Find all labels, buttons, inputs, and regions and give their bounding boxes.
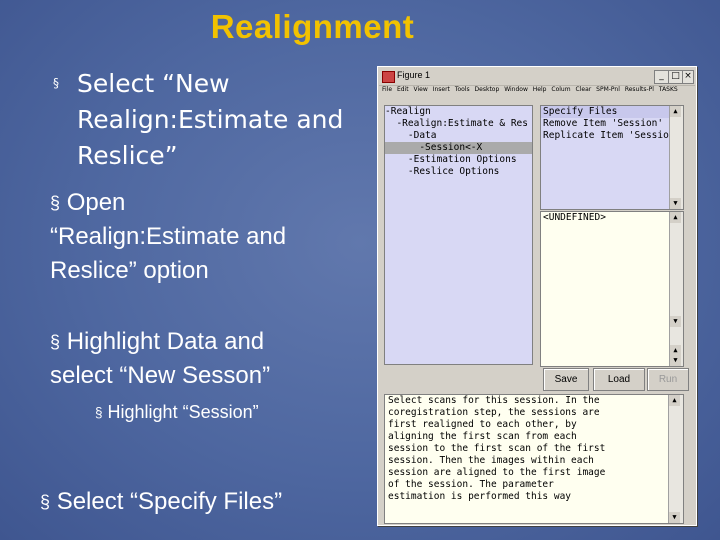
tree-item-session[interactable]: -Session<-X bbox=[385, 142, 532, 154]
slide-title: Realignment bbox=[210, 8, 415, 45]
window-title: Figure 1 bbox=[397, 70, 431, 80]
bullet-text-line2: select “New Sesson” bbox=[50, 362, 271, 389]
option-replicate-item[interactable]: Replicate Item 'Session' bbox=[541, 130, 683, 142]
help-line: session to the first scan of the first bbox=[388, 443, 606, 454]
menu-help[interactable]: Help bbox=[533, 86, 547, 93]
menu-file[interactable]: File bbox=[382, 86, 392, 93]
option-remove-item[interactable]: Remove Item 'Session' bbox=[541, 118, 683, 130]
value-scrollbar[interactable]: ▲ ▼ ▲ ▼ bbox=[669, 212, 683, 366]
scroll-down-arrow-icon[interactable]: ▼ bbox=[670, 355, 681, 366]
help-scrollbar[interactable]: ▲ ▼ bbox=[668, 395, 683, 523]
menu-desktop[interactable]: Desktop bbox=[475, 86, 500, 93]
menu-view[interactable]: View bbox=[414, 86, 428, 93]
menu-results[interactable]: Results-Pl bbox=[625, 86, 654, 93]
help-line: of the session. The parameter bbox=[388, 479, 554, 490]
bullet-square-icon: § bbox=[50, 193, 61, 213]
matlab-figure-icon bbox=[382, 71, 395, 83]
sub-bullet-highlight-session: § Highlight “Session” bbox=[95, 400, 355, 425]
scroll-up-arrow-icon[interactable]: ▲ bbox=[669, 395, 680, 406]
scroll-up-arrow-icon[interactable]: ▲ bbox=[670, 212, 681, 223]
menu-tools[interactable]: Tools bbox=[455, 86, 470, 93]
bullet-text: Highlight “Session” bbox=[107, 402, 259, 422]
scroll-down-arrow-icon[interactable]: ▼ bbox=[669, 512, 680, 523]
tree-item-estimate-reslice[interactable]: -Realign:Estimate & Res ice bbox=[385, 118, 532, 130]
value-text: <UNDEFINED> bbox=[543, 212, 606, 223]
bullet-open-option: § Open “Realign:Estimate and Reslice” op… bbox=[50, 186, 350, 288]
tree-item-estimation-options[interactable]: -Estimation Options bbox=[385, 154, 532, 166]
help-text-panel: Select scans for this session. In the co… bbox=[384, 394, 684, 524]
help-line: session are aligned to the first image bbox=[388, 467, 606, 478]
maximize-button[interactable]: □ bbox=[668, 70, 683, 84]
bullet-square-icon: § bbox=[53, 76, 59, 90]
menu-insert[interactable]: Insert bbox=[433, 86, 450, 93]
tree-item-realign[interactable]: -Realign bbox=[385, 106, 532, 118]
help-line: aligning the first scan from each bbox=[388, 431, 577, 442]
module-tree: -Realign -Realign:Estimate & Res ice -Da… bbox=[384, 105, 533, 365]
scroll-down-arrow-icon[interactable]: ▼ bbox=[670, 198, 681, 209]
item-options-list: Specify Files Remove Item 'Session' Repl… bbox=[540, 105, 684, 210]
menu-window[interactable]: Window bbox=[504, 86, 528, 93]
run-button[interactable]: Run bbox=[647, 368, 689, 391]
bullet-square-icon: § bbox=[50, 332, 61, 352]
bullet-text-line1: Highlight Data and bbox=[66, 328, 265, 355]
help-line: session. Then the images within each bbox=[388, 455, 594, 466]
bullet-square-icon: § bbox=[95, 405, 103, 420]
menu-edit[interactable]: Edit bbox=[397, 86, 409, 93]
load-button[interactable]: Load bbox=[593, 368, 645, 391]
menu-bar: File Edit View Insert Tools Desktop Wind… bbox=[379, 86, 695, 99]
close-button[interactable]: × bbox=[682, 70, 694, 84]
minimize-button[interactable]: _ bbox=[654, 70, 669, 84]
bullet-square-icon: § bbox=[40, 492, 51, 512]
menu-clear[interactable]: Clear bbox=[576, 86, 592, 93]
menu-colum[interactable]: Colum bbox=[551, 86, 570, 93]
save-button[interactable]: Save bbox=[543, 368, 589, 391]
menu-spm-pnl[interactable]: SPM-Pnl bbox=[596, 86, 620, 93]
help-line: Select scans for this session. In the bbox=[388, 395, 600, 406]
bullet-select-new-realign: § Select “New Realign:Estimate and Resli… bbox=[53, 66, 355, 174]
bullet-text-line1: Open bbox=[66, 189, 126, 216]
scroll-down-arrow-icon[interactable]: ▼ bbox=[670, 316, 681, 327]
bullet-select-specify-files: § Select “Specify Files” bbox=[40, 487, 360, 517]
tree-item-reslice-options[interactable]: -Reslice Options bbox=[385, 166, 532, 178]
bullet-text-line2: Realign:Estimate and bbox=[77, 105, 344, 134]
bullet-text-line3: Reslice” bbox=[77, 141, 178, 170]
option-specify-files[interactable]: Specify Files bbox=[541, 106, 683, 118]
scroll-up-arrow-icon[interactable]: ▲ bbox=[670, 106, 681, 117]
menu-tasks[interactable]: TASKS bbox=[659, 86, 678, 93]
help-line: first realigned to each other, by bbox=[388, 419, 577, 430]
options-scrollbar[interactable]: ▲ ▼ bbox=[669, 106, 683, 209]
item-value-panel: <UNDEFINED> ▲ ▼ ▲ ▼ bbox=[540, 211, 684, 367]
bullet-highlight-data: § Highlight Data and select “New Sesson” bbox=[50, 325, 350, 393]
help-line: coregistration step, the sessions are bbox=[388, 407, 600, 418]
bullet-text-line2: “Realign:Estimate and bbox=[50, 223, 287, 250]
bullet-text: Select “Specify Files” bbox=[56, 488, 283, 515]
batch-editor-window: Figure 1 _ □ × File Edit View Insert Too… bbox=[377, 66, 697, 526]
help-line: estimation is performed this way bbox=[388, 491, 572, 502]
bullet-text-line3: Reslice” option bbox=[50, 257, 209, 284]
window-titlebar[interactable]: Figure 1 _ □ × bbox=[379, 68, 695, 86]
bullet-text-line1: Select “New bbox=[77, 69, 230, 98]
tree-item-data[interactable]: -Data bbox=[385, 130, 532, 142]
